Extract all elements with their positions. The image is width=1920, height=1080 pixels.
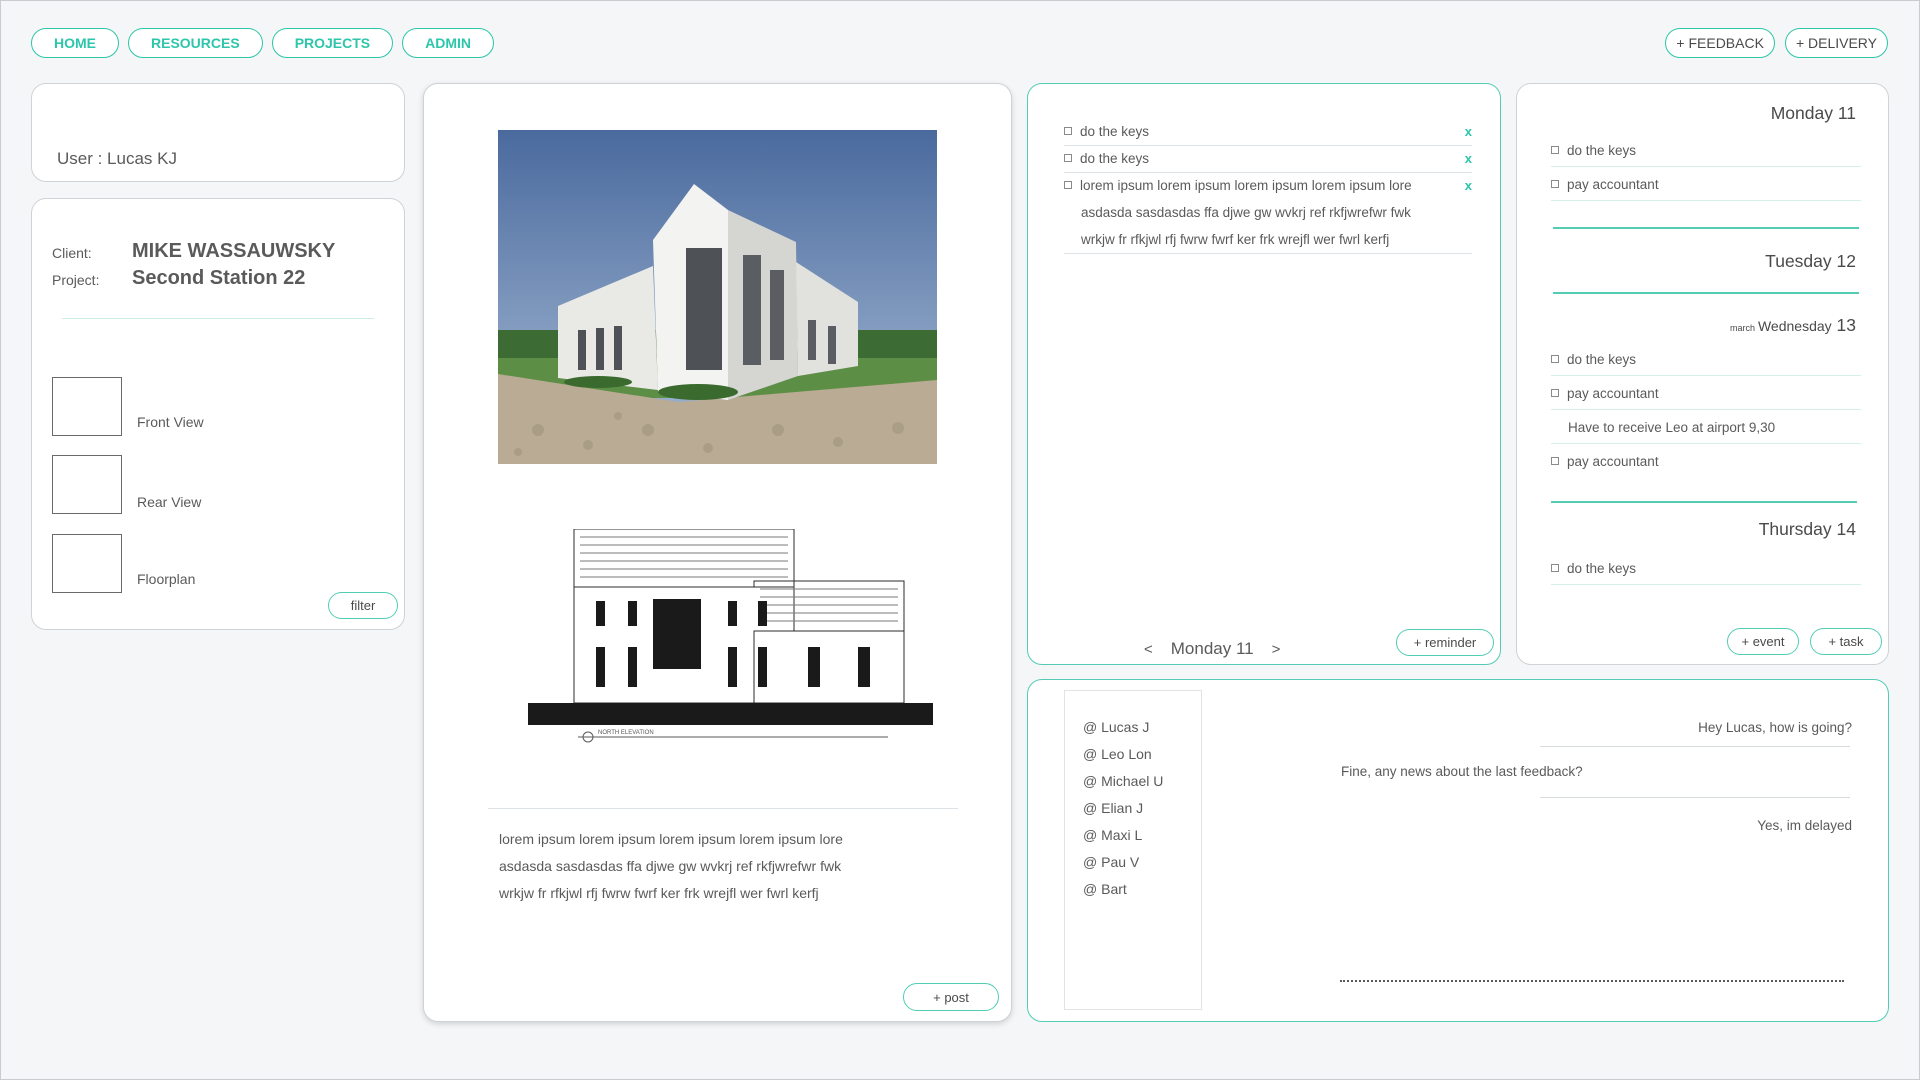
message-divider [1540, 746, 1850, 747]
current-day-label: Monday 11 [1170, 639, 1254, 658]
day-heading-monday: Monday 11 [1770, 103, 1856, 123]
contact-item[interactable]: @ Leo Lon [1083, 746, 1152, 762]
add-task-button[interactable]: + task [1810, 628, 1882, 655]
contact-item[interactable]: @ Maxi L [1083, 827, 1142, 843]
divider [62, 318, 374, 319]
elevation-caption: NORTH ELEVATION [598, 730, 654, 736]
front-view-label[interactable]: Front View [137, 414, 204, 430]
remove-icon[interactable]: x [1465, 172, 1472, 199]
reminder-item: do the keys x [1064, 118, 1472, 146]
remove-icon[interactable]: x [1465, 145, 1472, 172]
contact-item[interactable]: @ Elian J [1083, 800, 1143, 816]
checkbox[interactable] [1551, 146, 1559, 155]
chat-message: Yes, im delayed [1757, 818, 1852, 833]
checkbox[interactable] [1551, 355, 1559, 364]
rear-view-label[interactable]: Rear View [137, 494, 201, 510]
post-text-line: wrkjw fr rfkjwl rfj fwrw fwrf ker frk wr… [499, 885, 819, 901]
rear-view-thumbnail[interactable] [52, 455, 122, 514]
calendar-item: do the keys [1551, 554, 1861, 585]
reminders-card: do the keys x do the keys x lorem ipsum … [1027, 83, 1501, 665]
chat-card: @ Lucas J @ Leo Lon @ Michael U @ Elian … [1027, 679, 1889, 1022]
add-feedback-button[interactable]: + FEEDBACK [1665, 28, 1775, 58]
post-divider [488, 808, 958, 809]
contact-list: @ Lucas J @ Leo Lon @ Michael U @ Elian … [1064, 690, 1202, 1010]
user-card: User : Lucas KJ [31, 83, 405, 182]
contact-item[interactable]: @ Pau V [1083, 854, 1139, 870]
client-label: Client: [52, 245, 92, 261]
main-nav: HOME RESOURCES PROJECTS ADMIN [31, 28, 495, 58]
add-event-button[interactable]: + event [1727, 628, 1799, 655]
filter-button[interactable]: filter [328, 592, 398, 619]
reminder-continuation: wrkjw fr rfkjwl rfj fwrw fwrf ker frk wr… [1081, 232, 1390, 247]
reminder-continuation: asdasda sasdasdas ffa djwe gw wvkrj ref … [1081, 205, 1411, 220]
checkbox[interactable] [1551, 564, 1559, 573]
day-separator [1553, 292, 1859, 294]
front-view-thumbnail[interactable] [52, 377, 122, 436]
reminder-item: do the keys x [1064, 145, 1472, 173]
nav-home-button[interactable]: HOME [31, 28, 119, 58]
add-reminder-button[interactable]: + reminder [1396, 629, 1494, 656]
day-heading-tuesday: Tuesday 12 [1765, 251, 1856, 271]
day-heading-wednesday: march Wednesday 13 [1729, 315, 1856, 335]
checkbox[interactable] [1551, 180, 1559, 189]
day-heading-thursday: Thursday 14 [1758, 519, 1856, 539]
contact-item[interactable]: @ Michael U [1083, 773, 1163, 789]
checkbox[interactable] [1551, 457, 1559, 466]
contact-item[interactable]: @ Bart [1083, 881, 1127, 897]
checkbox[interactable] [1064, 181, 1072, 190]
contact-item[interactable]: @ Lucas J [1083, 719, 1149, 735]
chat-message: Hey Lucas, how is going? [1698, 720, 1852, 735]
post-card: NORTH ELEVATION lorem ipsum lorem ipsum … [423, 83, 1012, 1022]
checkbox[interactable] [1064, 154, 1072, 163]
day-separator [1553, 227, 1859, 229]
add-delivery-button[interactable]: + DELIVERY [1784, 28, 1888, 58]
nav-resources-button[interactable]: RESOURCES [128, 28, 263, 58]
floorplan-label[interactable]: Floorplan [137, 571, 195, 587]
building-render-image [498, 130, 937, 464]
reminder-item: lorem ipsum lorem ipsum lorem ipsum lore… [1064, 172, 1472, 254]
calendar-item: do the keys [1551, 345, 1861, 376]
checkbox[interactable] [1551, 389, 1559, 398]
checkbox[interactable] [1064, 127, 1072, 136]
client-name: MIKE WASSAUWSKY [132, 240, 336, 262]
post-text: lorem ipsum lorem ipsum lorem ipsum lore… [499, 826, 919, 907]
top-actions: + FEEDBACK + DELIVERY [1665, 28, 1888, 58]
nav-projects-button[interactable]: PROJECTS [271, 28, 394, 58]
calendar-item: do the keys [1551, 136, 1861, 167]
chat-message-input[interactable] [1340, 980, 1844, 982]
client-card: Client: MIKE WASSAUWSKY Project: Second … [31, 198, 405, 630]
calendar-item: pay accountant [1551, 379, 1861, 410]
next-day-button[interactable]: > [1272, 641, 1281, 658]
user-label: User : Lucas KJ [57, 149, 177, 168]
nav-admin-button[interactable]: ADMIN [402, 28, 495, 58]
post-text-line: asdasda sasdasdas ffa djwe gw wvkrj ref … [499, 858, 842, 874]
floorplan-thumbnail[interactable] [52, 534, 122, 593]
chat-message: Fine, any news about the last feedback? [1341, 764, 1583, 779]
add-post-button[interactable]: + post [903, 983, 999, 1011]
post-text-line: lorem ipsum lorem ipsum lorem ipsum lore… [499, 831, 843, 847]
prev-day-button[interactable]: < [1144, 641, 1153, 658]
calendar-item: pay accountant [1551, 447, 1861, 477]
day-navigator: < Monday 11 > [1144, 639, 1280, 659]
project-label: Project: [52, 272, 100, 288]
message-divider [1540, 797, 1850, 798]
calendar-item: Have to receive Leo at airport 9,30 [1551, 413, 1861, 444]
project-name: Second Station 22 [132, 267, 306, 289]
calendar-card: Monday 11 do the keys pay accountant Tue… [1516, 83, 1889, 665]
remove-icon[interactable]: x [1465, 118, 1472, 145]
day-separator [1551, 501, 1857, 503]
elevation-drawing: NORTH ELEVATION [528, 528, 933, 744]
calendar-item: pay accountant [1551, 170, 1861, 201]
